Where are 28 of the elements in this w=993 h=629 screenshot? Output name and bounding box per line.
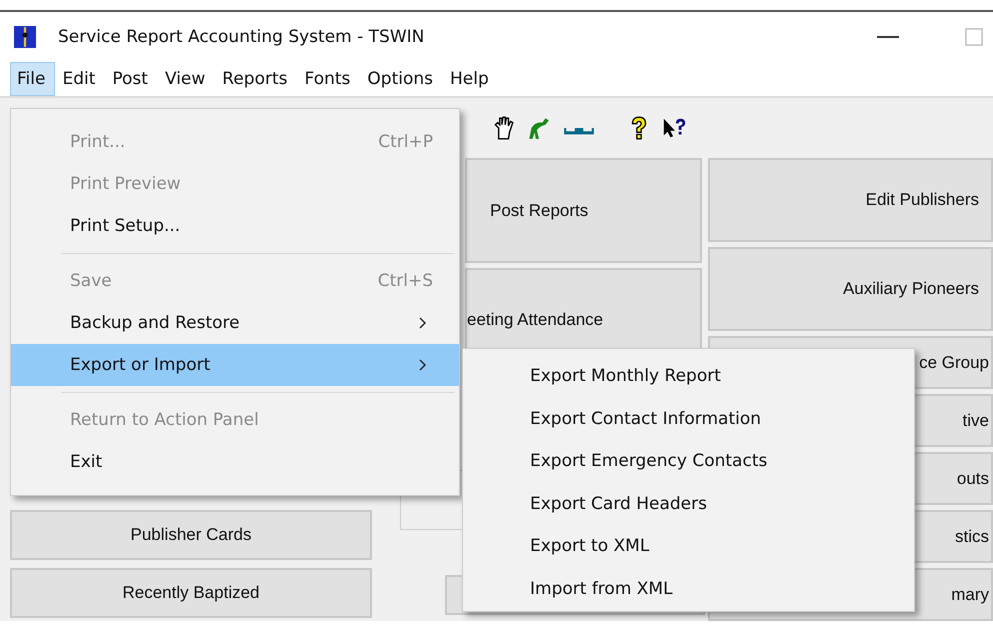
minimize-icon[interactable] <box>877 35 899 39</box>
menu-item[interactable]: Exit <box>11 441 459 483</box>
menu-bar-item[interactable]: Help <box>442 62 499 96</box>
menu-bar-item[interactable]: Options <box>360 62 443 96</box>
panel-button[interactable]: Auxiliary Pioneers <box>708 247 993 331</box>
app-icon <box>14 26 36 48</box>
chevron-icon <box>419 317 427 329</box>
menu-item[interactable]: Export Monthly Report <box>463 355 914 398</box>
menu-item[interactable]: Export to XML <box>463 525 914 568</box>
chevron-icon <box>419 359 427 371</box>
panel-button[interactable]: Edit Publishers <box>708 158 993 242</box>
menu-item[interactable]: Export Contact Information <box>463 398 914 440</box>
menu-item[interactable]: Export Emergency Contacts <box>463 440 914 482</box>
menu-item[interactable]: Backup and Restore <box>11 302 459 344</box>
panel-button[interactable]: Recently Baptized <box>10 568 372 618</box>
menu-bar-item[interactable]: Reports <box>215 62 298 96</box>
panel-button[interactable]: Post Reports <box>465 158 702 263</box>
menu-bar-item[interactable]: View <box>158 62 216 96</box>
menu-item[interactable]: Export Card Headers <box>463 482 914 525</box>
menu-bar-item[interactable]: Post <box>105 62 158 96</box>
panel-button[interactable]: Publisher Cards <box>10 510 372 560</box>
menu-bar-item[interactable]: Edit <box>55 62 106 96</box>
menu-item[interactable]: Export or Import <box>11 344 459 386</box>
menu-item[interactable]: Print Setup... <box>11 205 459 247</box>
menu-item[interactable]: Import from XML <box>463 568 914 610</box>
menu-bar-item[interactable]: Fonts <box>298 62 360 96</box>
window-title: Service Report Accounting System - TSWIN <box>58 27 424 47</box>
menu-bar-item[interactable]: File <box>10 62 56 96</box>
